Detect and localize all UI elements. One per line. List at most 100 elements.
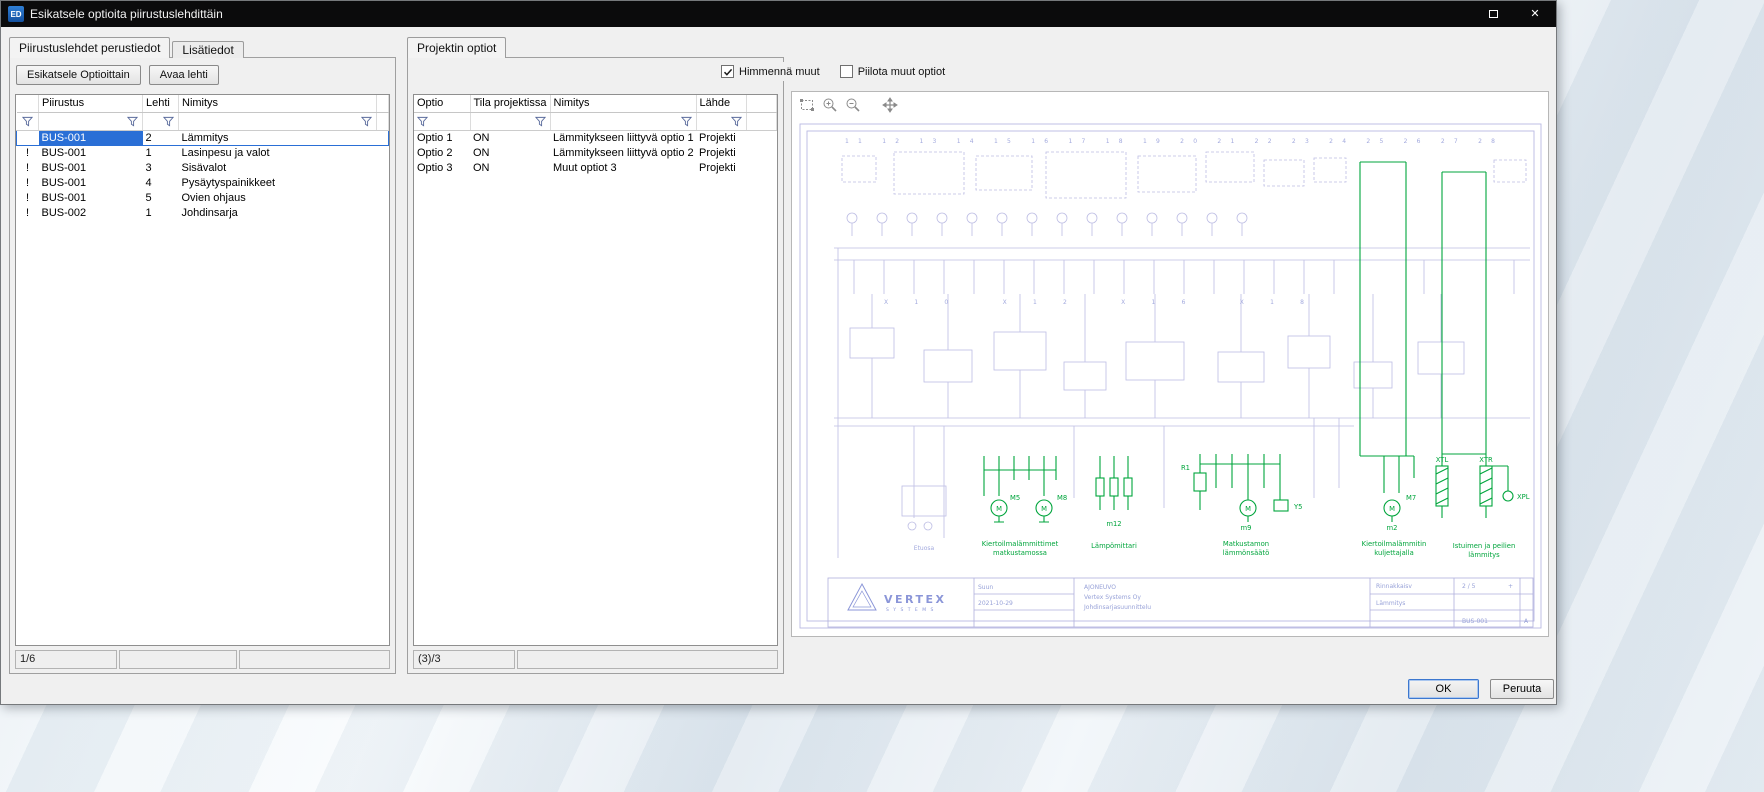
- table-row[interactable]: Optio 1 ON Lämmitykseen liittyvä optio 1…: [414, 130, 777, 145]
- piilota-muut-optiot-checkbox[interactable]: Piilota muut optiot: [840, 65, 945, 78]
- component-label: m9: [1241, 524, 1252, 532]
- window-controls: ✕: [1472, 1, 1556, 27]
- group-label: Lämpömittari: [1091, 542, 1137, 550]
- cancel-button[interactable]: Peruuta: [1490, 679, 1554, 699]
- tab-lisatiedot[interactable]: Lisätiedot: [172, 41, 243, 58]
- checkbox-label: Himmennä muut: [739, 66, 820, 78]
- tab-projektin-optiot[interactable]: Projektin optiot: [407, 37, 506, 58]
- titleblock-revision: A: [1524, 618, 1529, 625]
- titleblock-fields: Suun 2021-10-29 AJONEUVO Vertex Systems …: [978, 583, 1529, 625]
- esikatsele-optioittain-button[interactable]: Esikatsele Optioittain: [16, 65, 141, 85]
- group-label: lämmitys: [1468, 551, 1500, 559]
- col-lahde[interactable]: Lähde: [696, 95, 746, 112]
- table-row[interactable]: Optio 2 ON Lämmitykseen liittyvä optio 2…: [414, 145, 777, 160]
- sheets-row-counter: 1/6: [15, 650, 117, 669]
- filter-icon[interactable]: [417, 116, 428, 127]
- group-label: kuljettajalla: [1374, 549, 1413, 557]
- component-label: M5: [1010, 494, 1020, 502]
- filter-icon[interactable]: [163, 116, 174, 127]
- zoom-out-icon[interactable]: [844, 96, 862, 114]
- options-tab-strip: Projektin optiot: [407, 37, 508, 58]
- col-tila-projektissa[interactable]: Tila projektissa: [470, 95, 550, 112]
- left-tab-strip: Piirustuslehdet perustiedot Lisätiedot: [9, 37, 246, 58]
- filter-icon[interactable]: [535, 116, 546, 127]
- options-statusbar: (3)/3: [413, 650, 778, 669]
- sheets-table-header: Piirustus Lehti Nimitys: [17, 95, 389, 112]
- titleblock-plus: +: [1508, 583, 1513, 590]
- filter-icon[interactable]: [731, 116, 742, 127]
- sheets-filter-row: [17, 112, 389, 130]
- connector-label: XPL: [1517, 493, 1530, 501]
- col-mark: [17, 95, 39, 112]
- avaa-lehti-button[interactable]: Avaa lehti: [149, 65, 219, 85]
- sheets-table: Piirustus Lehti Nimitys: [15, 94, 390, 646]
- group-label: Kiertoilmalämmittimet: [982, 540, 1059, 548]
- filter-icon[interactable]: [127, 116, 138, 127]
- titlebar[interactable]: ED Esikatsele optioita piirustuslehdittä…: [1, 1, 1556, 27]
- vertex-logo: VERTEX S Y S T E M S: [848, 584, 947, 613]
- table-row[interactable]: ! BUS-001 3 Sisävalot: [17, 160, 389, 175]
- connector-label: XTL: [1436, 456, 1449, 464]
- titleblock-date: 2021-10-29: [978, 600, 1013, 607]
- window-title: Esikatsele optioita piirustuslehdittäin: [30, 7, 223, 21]
- group-label: Istuimen ja peilien: [1453, 542, 1516, 550]
- table-row[interactable]: ! BUS-002 1 Johdinsarja: [17, 205, 389, 220]
- desktop-wallpaper: ED Esikatsele optioita piirustuslehdittä…: [0, 0, 1764, 792]
- checkbox-label: Piilota muut optiot: [858, 66, 945, 78]
- tab-piirustuslehdet-perustiedot[interactable]: Piirustuslehdet perustiedot: [9, 37, 170, 58]
- table-row[interactable]: ! BUS-001 1 Lasinpesu ja valot: [17, 145, 389, 160]
- app-icon: ED: [8, 6, 24, 22]
- component-label: M7: [1406, 494, 1416, 502]
- option-display-controls: Himmennä muut Piilota muut optiot: [715, 62, 951, 81]
- filter-icon[interactable]: [22, 116, 33, 127]
- close-button[interactable]: ✕: [1514, 1, 1556, 27]
- filter-icon[interactable]: [361, 116, 372, 127]
- pan-icon[interactable]: [881, 96, 899, 114]
- col-piirustus[interactable]: Piirustus: [39, 95, 143, 112]
- motor-symbol: M: [1389, 505, 1395, 513]
- titleblock-department: Johdinsarjasuunnittelu: [1083, 604, 1151, 611]
- col-lehti[interactable]: Lehti: [143, 95, 179, 112]
- component-label: m12: [1106, 520, 1121, 528]
- maximize-icon: [1489, 10, 1498, 18]
- himmenna-muut-checkbox[interactable]: Himmennä muut: [721, 65, 820, 78]
- motor-symbol: M: [1041, 505, 1047, 513]
- group-label: Kiertoilmalämmitin: [1362, 540, 1427, 548]
- component-label: R1: [1181, 464, 1190, 472]
- sheets-panel: Esikatsele Optioittain Avaa lehti Piirus…: [9, 57, 396, 674]
- preview-options-dialog: ED Esikatsele optioita piirustuslehdittä…: [0, 0, 1557, 705]
- component-label: M8: [1057, 494, 1067, 502]
- col-nimitys[interactable]: Nimitys: [550, 95, 696, 112]
- col-nimitys[interactable]: Nimitys: [179, 95, 377, 112]
- options-table-header: Optio Tila projektissa Nimitys Lähde: [414, 95, 777, 112]
- zoom-window-icon[interactable]: [798, 96, 816, 114]
- titleblock-company: Vertex Systems Oy: [1084, 594, 1141, 601]
- sheet-ruler: 11 12 13 14 15 16 17 18 19 20 21 22 23 2…: [845, 138, 1495, 145]
- logo-text: VERTEX: [884, 593, 947, 606]
- titleblock-sheet-title: Lämmitys: [1376, 600, 1405, 607]
- titleblock-sheet-number: 2 / 5: [1462, 583, 1476, 590]
- group-label: Matkustamon: [1223, 540, 1269, 548]
- zoom-in-icon[interactable]: [821, 96, 839, 114]
- table-row[interactable]: Optio 3 ON Muut optiot 3 Projekti: [414, 160, 777, 175]
- col-optio[interactable]: Optio: [414, 95, 470, 112]
- logo-subtext: S Y S T E M S: [886, 607, 935, 613]
- ok-button[interactable]: OK: [1408, 679, 1479, 699]
- dimmed-section-label: Etuosa: [914, 545, 935, 552]
- table-row[interactable]: BUS-001 2 Lämmitys: [17, 130, 389, 145]
- checkbox-checked-icon: [721, 65, 734, 78]
- drawing-preview-panel: 11 12 13 14 15 16 17 18 19 20 21 22 23 2…: [791, 91, 1549, 637]
- titleblock-drawing-number: BUS-001: [1462, 618, 1488, 625]
- table-row[interactable]: ! BUS-001 4 Pysäytyspainikkeet: [17, 175, 389, 190]
- filter-icon[interactable]: [681, 116, 692, 127]
- titleblock-variant: Rinnakkaisv: [1376, 583, 1412, 590]
- preview-toolbar: [798, 96, 899, 114]
- dimmed-circuits: [834, 152, 1530, 558]
- titleblock-designer-label: Suun: [978, 584, 993, 591]
- component-label: Y5: [1293, 503, 1302, 511]
- maximize-button[interactable]: [1472, 1, 1514, 27]
- options-row-counter: (3)/3: [413, 650, 515, 669]
- motor-symbol: M: [1245, 505, 1251, 513]
- table-row[interactable]: ! BUS-001 5 Ovien ohjaus: [17, 190, 389, 205]
- schematic-preview: 11 12 13 14 15 16 17 18 19 20 21 22 23 2…: [794, 118, 1547, 634]
